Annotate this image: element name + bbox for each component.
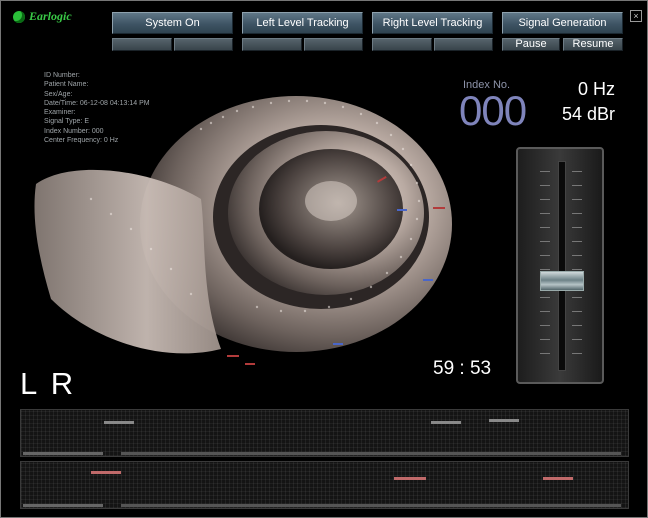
slider-tick	[572, 241, 582, 242]
pause-button[interactable]: Pause	[502, 38, 560, 51]
slider-tick	[540, 227, 550, 228]
close-button[interactable]: ×	[630, 10, 642, 22]
right-tracking-sub-button-2[interactable]	[434, 38, 493, 51]
track-mark	[91, 471, 121, 474]
close-icon: ×	[633, 11, 639, 21]
left-tracking-sub-button-1[interactable]	[242, 38, 302, 51]
slider-tick	[572, 171, 582, 172]
left-marker-2	[433, 207, 445, 209]
slider-tick	[540, 199, 550, 200]
slider-tick	[572, 353, 582, 354]
slider-tick	[540, 325, 550, 326]
slider-tick	[572, 199, 582, 200]
slider-tick	[540, 297, 550, 298]
slider-tick	[572, 297, 582, 298]
timer: 59 : 53	[433, 358, 492, 379]
slider-tick	[572, 213, 582, 214]
level-slider-thumb[interactable]	[540, 271, 584, 292]
cochlea-basal-turn	[34, 169, 221, 354]
slider-tick	[572, 311, 582, 312]
left-tracking-strip	[20, 409, 629, 457]
track-mark	[431, 421, 461, 424]
signal-generation-button[interactable]: Signal Generation	[502, 12, 623, 34]
index-value: 000	[459, 87, 527, 134]
slider-tick	[540, 353, 550, 354]
track-baseline	[23, 504, 103, 507]
slider-tick	[540, 185, 550, 186]
track-baseline	[121, 504, 621, 507]
track-mark	[489, 419, 519, 422]
left-tracking-sub-button-2[interactable]	[304, 38, 363, 51]
id-number-label: ID Number:	[44, 72, 80, 79]
slider-tick	[540, 171, 550, 172]
slider-tick	[540, 311, 550, 312]
left-marker-3	[227, 355, 239, 357]
left-level-tracking-button[interactable]: Left Level Tracking	[242, 12, 363, 34]
slider-tick	[572, 255, 582, 256]
system-sub-button-2[interactable]	[174, 38, 233, 51]
slider-tick	[540, 269, 550, 270]
logo: Earlogic	[13, 9, 72, 24]
system-sub-button-1[interactable]	[112, 38, 172, 51]
channel-label: L R	[20, 366, 77, 401]
right-tracking-sub-button-1[interactable]	[372, 38, 432, 51]
right-tracking-strip	[20, 461, 629, 509]
track-baseline	[23, 452, 103, 455]
right-marker-3	[333, 343, 343, 345]
slider-tick	[540, 213, 550, 214]
logo-text: Earlogic	[29, 9, 72, 23]
slider-tick	[572, 339, 582, 340]
right-marker-1	[397, 209, 407, 211]
right-marker-2	[423, 279, 433, 281]
track-baseline	[121, 452, 621, 455]
track-mark	[104, 421, 134, 424]
level-slider-panel	[516, 147, 604, 384]
left-marker-4	[245, 363, 255, 365]
system-on-button[interactable]: System On	[112, 12, 233, 34]
slider-tick	[540, 339, 550, 340]
track-mark	[543, 477, 573, 480]
slider-tick	[572, 185, 582, 186]
cochlea-apex-highlight	[305, 181, 357, 221]
earlogic-logo-icon	[13, 10, 25, 23]
slider-tick	[572, 269, 582, 270]
slider-tick	[572, 227, 582, 228]
level-slider-track[interactable]	[558, 161, 566, 371]
level-readout: 54 dBr	[561, 104, 615, 124]
slider-tick	[540, 255, 550, 256]
right-level-tracking-button[interactable]: Right Level Tracking	[372, 12, 493, 34]
track-mark	[394, 477, 426, 480]
resume-button[interactable]: Resume	[563, 38, 623, 51]
slider-tick	[540, 241, 550, 242]
slider-tick	[572, 325, 582, 326]
app-window: Earlogic × System On Left Level Tracking…	[0, 0, 648, 518]
frequency-readout: 0 Hz	[577, 79, 615, 99]
cochlea-image	[34, 96, 452, 365]
